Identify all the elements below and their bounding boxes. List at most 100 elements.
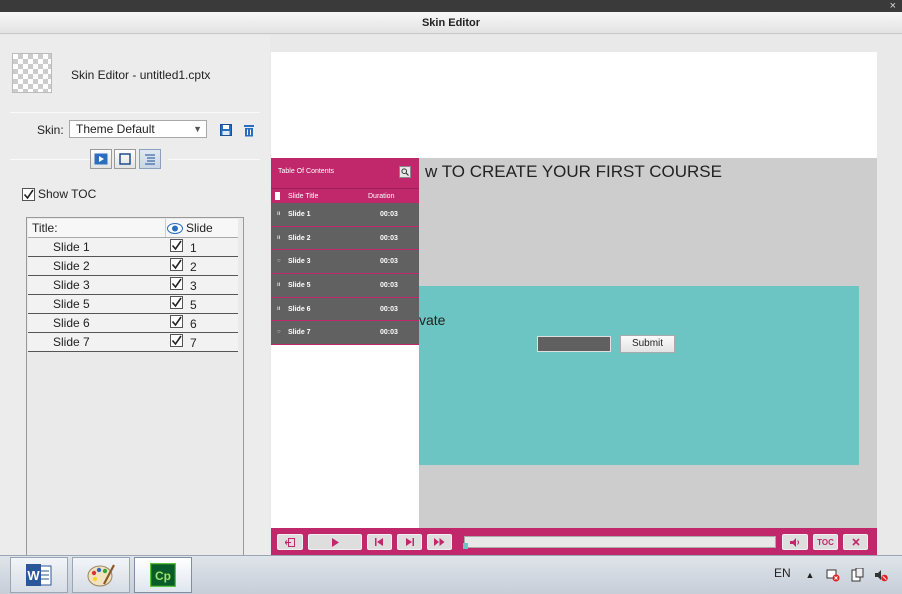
toc-item-duration: 00:03 [380, 258, 398, 266]
play-button[interactable] [308, 534, 362, 550]
toc-row-slide-number: 5 [190, 298, 197, 312]
toc-row-visible-checkbox[interactable] [166, 238, 186, 256]
table-row[interactable]: Slide 6 6 [28, 314, 238, 333]
rewind-icon [375, 538, 383, 546]
os-title-strip: × [0, 0, 902, 12]
checkmark-icon [171, 335, 182, 346]
teal-content-box [419, 286, 859, 465]
close-button[interactable] [843, 534, 868, 550]
eye-icon [167, 222, 183, 234]
toc-search-button[interactable] [399, 166, 411, 178]
playbar-icon [94, 153, 108, 165]
rewind-button[interactable] [367, 534, 392, 550]
toc-panel-item[interactable]: ○ Slide 7 00:03 [271, 321, 419, 346]
column-header-title: Title: [28, 219, 166, 237]
mute-button[interactable] [782, 534, 808, 550]
text-entry-field[interactable] [537, 336, 611, 352]
taskbar-item-word[interactable]: W [10, 557, 68, 593]
checkbox[interactable] [169, 258, 183, 271]
toc-row-slide-number: 6 [190, 317, 197, 331]
paint-palette-icon [87, 564, 115, 587]
progress-handle[interactable] [463, 543, 468, 549]
status-icon: ○ [277, 258, 281, 265]
toc-panel-item[interactable]: ıı Slide 6 00:03 [271, 297, 419, 322]
toc-toggle-label: TOC [817, 537, 834, 547]
checkbox[interactable] [169, 334, 183, 347]
close-icon[interactable]: × [890, 0, 896, 12]
toc-row-visible-checkbox[interactable] [166, 333, 186, 351]
bookmark-icon [275, 192, 280, 200]
divider [10, 159, 90, 160]
toc-panel-item[interactable]: ıı Slide 5 00:03 [271, 274, 419, 298]
table-row[interactable]: Slide 5 5 [28, 295, 238, 314]
exit-button[interactable] [277, 534, 303, 550]
checkbox[interactable] [169, 296, 183, 309]
submit-button[interactable]: Submit [620, 335, 675, 353]
toc-toggle-button[interactable]: TOC [813, 534, 838, 550]
tab-playback[interactable] [90, 149, 112, 169]
status-icon: ○ [277, 329, 281, 336]
captivate-icon: Cp [150, 563, 176, 587]
playbar-progress-slider[interactable] [463, 536, 776, 549]
speaker-icon [789, 537, 799, 547]
toc-item-duration: 00:03 [380, 234, 398, 242]
taskbar-item-paint[interactable] [72, 557, 130, 593]
language-indicator[interactable]: EN [774, 566, 791, 580]
table-row[interactable]: Slide 1 1 [28, 238, 238, 257]
toc-row-visible-checkbox[interactable] [166, 314, 186, 332]
toc-entries-list[interactable]: Title: Slide Slide 1 1 Slide 2 2 Slide 3 3 Sli… [26, 217, 244, 590]
toc-row-visible-checkbox[interactable] [166, 276, 186, 294]
checkbox[interactable] [169, 239, 183, 252]
course-title-text: w TO CREATE YOUR FIRST COURSE [425, 162, 722, 181]
checkbox[interactable] [169, 277, 183, 290]
chevron-up-icon[interactable]: ▲ [803, 568, 817, 582]
toc-row-title: Slide 1 [53, 240, 90, 254]
network-icon[interactable] [826, 568, 840, 582]
checkmark-icon [171, 297, 182, 308]
checkbox[interactable] [169, 315, 183, 328]
toc-item-name: Slide 5 [288, 282, 311, 290]
show-toc-label: Show TOC [38, 187, 97, 201]
left-panel: Skin Editor - untitled1.cptx Skin: Theme… [0, 35, 270, 590]
checkmark-icon [23, 189, 34, 199]
visibility-column-toggle[interactable] [166, 219, 184, 237]
fast-forward-icon [434, 538, 445, 546]
next-slide-button[interactable] [397, 534, 422, 550]
delete-skin-button[interactable] [241, 122, 257, 138]
toc-panel-item[interactable]: ıı Slide 1 00:03 [271, 203, 419, 227]
clipboard-icon[interactable] [850, 568, 864, 582]
volume-muted-icon[interactable] [874, 568, 888, 582]
status-icon: ıı [277, 234, 281, 241]
toc-panel-item[interactable]: ○ Slide 3 00:03 [271, 250, 419, 275]
save-skin-button[interactable] [218, 122, 234, 138]
toc-item-name: Slide 3 [288, 258, 311, 266]
playbar: TOC [271, 528, 877, 555]
toc-panel-header: Table Of Contents [271, 158, 419, 188]
taskbar-item-captivate[interactable]: Cp [134, 557, 192, 593]
toc-panel-columns: Slide Title Duration [271, 188, 419, 203]
fast-forward-button[interactable] [427, 534, 452, 550]
toc-row-visible-checkbox[interactable] [166, 257, 186, 275]
toc-table-body: Slide 1 1 Slide 2 2 Slide 3 3 Slide 5 5 Slide 6 6… [28, 238, 238, 352]
tab-borders[interactable] [114, 149, 136, 169]
toc-panel-title: Table Of Contents [278, 168, 335, 175]
table-row[interactable]: Slide 7 7 [28, 333, 238, 352]
toc-item-duration: 00:03 [380, 211, 398, 218]
toc-item-name: Slide 6 [288, 305, 311, 313]
status-icon: ıı [277, 305, 281, 312]
status-icon: ıı [277, 282, 281, 289]
toc-row-title: Slide 7 [53, 335, 90, 349]
close-icon [851, 538, 860, 546]
chevron-down-icon: ▼ [193, 124, 202, 134]
skin-dropdown[interactable]: Theme Default ▼ [69, 120, 207, 138]
save-icon [220, 124, 232, 136]
toc-item-name: Slide 7 [288, 329, 311, 337]
tab-toc[interactable] [139, 149, 161, 169]
toc-table: Title: Slide Slide 1 1 Slide 2 2 Slide 3 3 Sli… [28, 219, 238, 352]
table-row[interactable]: Slide 3 3 [28, 276, 238, 295]
toc-panel-item[interactable]: ıı Slide 2 00:03 [271, 226, 419, 251]
search-icon [401, 168, 409, 176]
show-toc-checkbox[interactable] [22, 187, 35, 201]
toc-row-visible-checkbox[interactable] [166, 295, 186, 313]
table-row[interactable]: Slide 2 2 [28, 257, 238, 276]
